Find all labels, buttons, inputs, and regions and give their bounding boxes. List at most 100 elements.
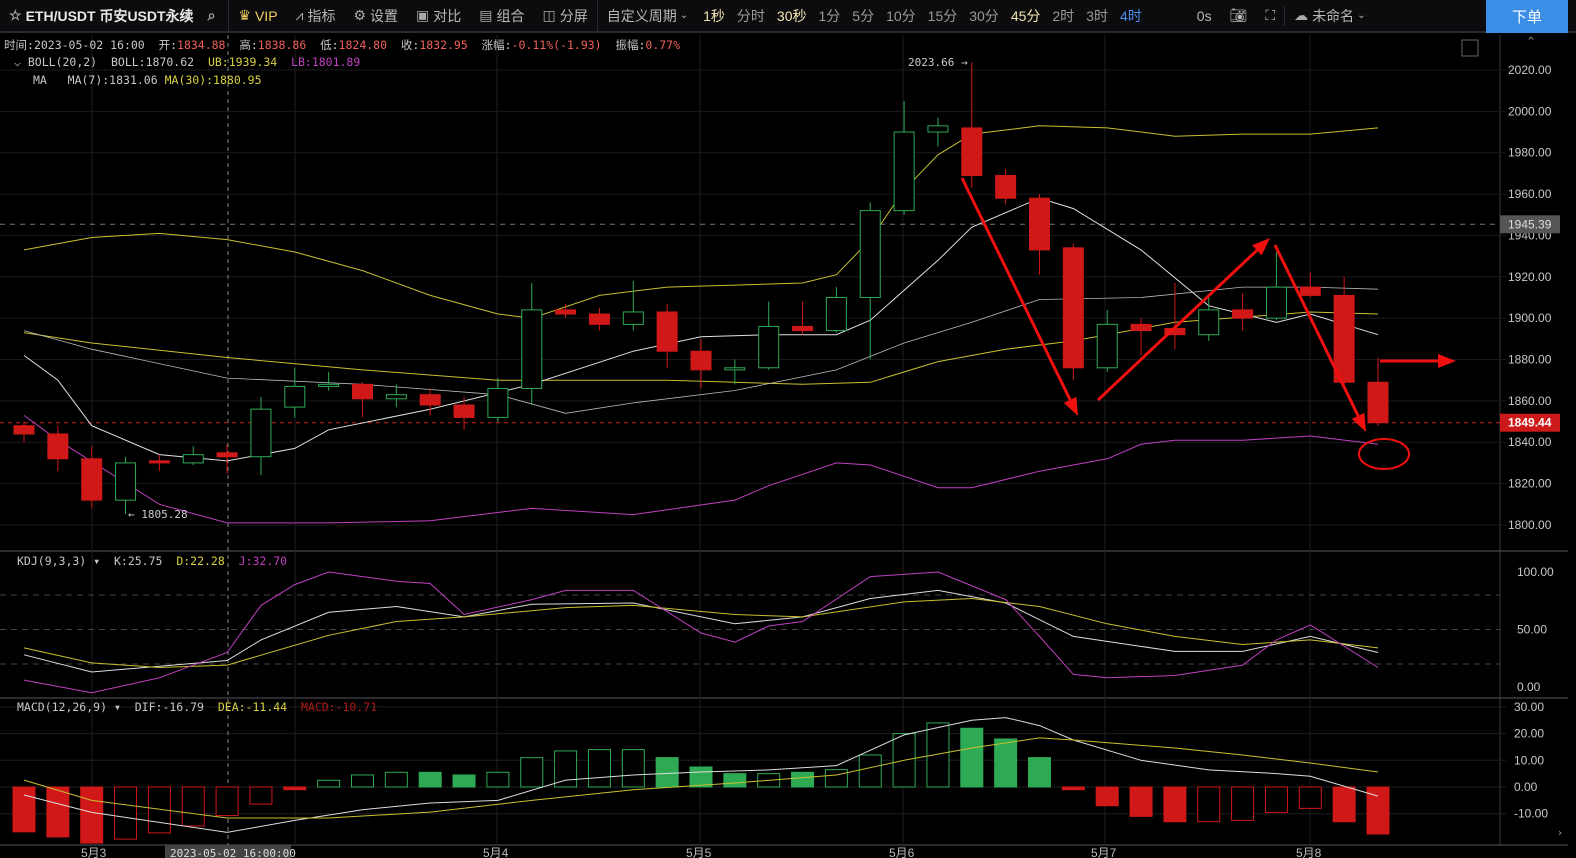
dropdown-icon[interactable]: ▾ <box>93 554 100 568</box>
kdj-k: K:25.75 <box>113 554 163 568</box>
candle-up <box>825 296 847 332</box>
macd-bar <box>994 738 1018 788</box>
candle-up <box>622 311 644 325</box>
candle-down <box>656 311 678 352</box>
boll-mid: BOLL:1870.62 <box>110 55 195 69</box>
high-label: 高: <box>239 38 258 52</box>
macd-bar <box>1095 786 1119 807</box>
boll-legend[interactable]: ⌵ BOLL(20,2) BOLL:1870.62 UB:1939.34 LB:… <box>14 55 360 69</box>
macd-bar <box>1264 786 1288 813</box>
candle-down <box>961 127 983 176</box>
ma-legend[interactable]: MA MA(7):1831.06 MA(30):1880.95 <box>33 73 262 87</box>
kdj-tick: 50.00 <box>1517 623 1547 637</box>
macd-tick: 20.00 <box>1514 727 1544 741</box>
price-tick: 1840.00 <box>1508 435 1552 449</box>
macd-bar <box>1163 786 1187 823</box>
macd-bar <box>418 771 442 788</box>
macd-legend[interactable]: MACD(12,26,9) ▾ DIF:-16.79 DEA:-11.44 MA… <box>17 700 377 714</box>
kdj-tick: 0.00 <box>1517 680 1541 694</box>
price-tick: 1900.00 <box>1508 311 1552 325</box>
kdj-k-line <box>23 589 1379 673</box>
macd-bar <box>452 774 476 788</box>
macd-bar <box>587 749 611 788</box>
macd-tick: -10.00 <box>1514 807 1548 821</box>
arrow-head-icon <box>1438 354 1456 368</box>
candle-down <box>555 309 577 315</box>
macd-bar <box>215 786 239 817</box>
macd-bar <box>689 766 713 788</box>
candle-up <box>487 387 509 418</box>
macd-bar <box>960 727 984 788</box>
price-tick: 1820.00 <box>1508 477 1552 491</box>
candle-down <box>1029 197 1050 251</box>
x-axis-label: 5月4 <box>483 846 509 858</box>
amp-label: 振幅: <box>615 38 646 52</box>
macd-bar <box>520 757 544 788</box>
macd-value: MACD:-10.71 <box>300 700 378 714</box>
candle-down <box>453 404 475 418</box>
price-tick: 1980.00 <box>1508 146 1552 160</box>
macd-bar <box>249 786 273 805</box>
macd-dea: DEA:-11.44 <box>217 700 288 714</box>
candle-up <box>318 383 340 387</box>
macd-bar <box>46 786 70 838</box>
price-tick: 1960.00 <box>1508 187 1552 201</box>
annotation-arrow <box>960 177 1072 401</box>
macd-bar <box>114 786 138 840</box>
kdj-legend[interactable]: KDJ(9,3,3) ▾ K:25.75 D:22.28 J:32.70 <box>17 554 287 568</box>
candle-down <box>995 174 1017 199</box>
change-label: 涨幅: <box>481 38 512 52</box>
macd-bar <box>723 773 747 788</box>
candle-down <box>352 383 373 400</box>
macd-bar <box>1332 786 1356 823</box>
macd-bar <box>1298 786 1322 809</box>
low-label: 低: <box>320 38 339 52</box>
candle-down <box>47 433 69 460</box>
price-tick: 2000.00 <box>1508 104 1552 118</box>
macd-bar <box>655 757 679 788</box>
macd-bar <box>384 771 408 788</box>
candle-up <box>250 408 272 458</box>
candle-up <box>1265 286 1287 319</box>
candle-up <box>385 394 407 400</box>
price-tick: 1800.00 <box>1508 518 1552 532</box>
kdj-name: KDJ(9,3,3) <box>17 554 87 568</box>
chevron-down-icon[interactable]: ⌵ <box>14 55 21 69</box>
candle-down <box>1367 381 1389 424</box>
candle-up <box>927 125 949 133</box>
candle-up <box>893 131 915 212</box>
candle-down <box>419 394 441 406</box>
candle-up <box>859 210 881 298</box>
candle-up <box>1198 309 1220 336</box>
macd-bar <box>486 771 510 788</box>
candle-up <box>284 385 306 408</box>
candle-down <box>1130 323 1152 332</box>
price-tick: 1860.00 <box>1508 394 1552 408</box>
macd-bar <box>824 769 848 788</box>
time-value: 2023-05-02 16:00 <box>33 38 145 52</box>
change-value: -0.11%(-1.93) <box>511 38 602 52</box>
price-tick: 1920.00 <box>1508 270 1552 284</box>
dropdown-icon[interactable]: ▾ <box>114 700 121 714</box>
ma-name: MA <box>33 73 47 87</box>
kdj-j: J:32.70 <box>238 554 288 568</box>
macd-bar <box>317 779 341 788</box>
macd-tick: 0.00 <box>1514 780 1538 794</box>
price-tick: 2020.00 <box>1508 63 1552 77</box>
ma7-value: MA(7):1831.06 <box>67 73 158 87</box>
candle-down <box>148 460 170 464</box>
candle-up <box>115 462 137 501</box>
low-value: 1824.80 <box>338 38 388 52</box>
candle-up <box>1096 323 1118 369</box>
macd-bar <box>283 786 307 791</box>
min-price-label: ← 1805.28 <box>128 508 188 521</box>
max-price-label: 2023.66 → <box>908 56 968 69</box>
macd-bar <box>12 786 36 833</box>
chart-area[interactable]: 2020.002000.001980.001960.001940.001920.… <box>0 0 1576 858</box>
candle-down <box>216 452 238 458</box>
close-label: 收: <box>400 38 420 52</box>
high-value: 1838.86 <box>257 38 307 52</box>
macd-tick: 10.00 <box>1514 753 1544 767</box>
macd-bar <box>926 722 950 788</box>
price-tick: 1880.00 <box>1508 353 1552 367</box>
